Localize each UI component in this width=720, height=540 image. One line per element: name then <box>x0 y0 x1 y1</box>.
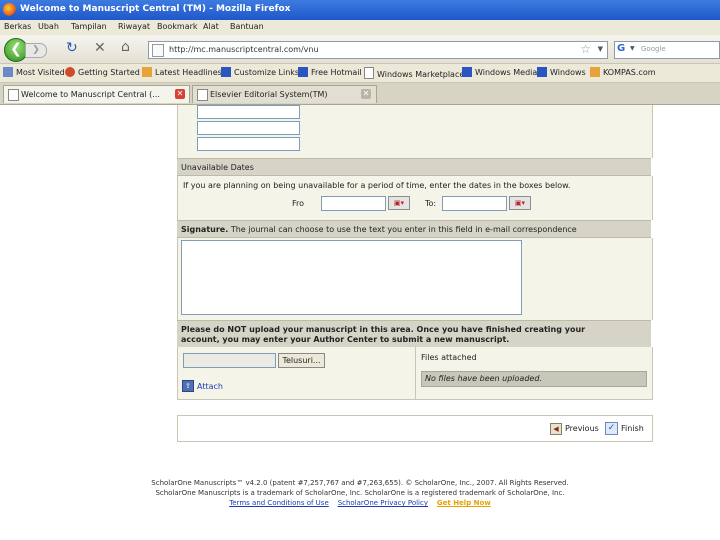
bookmark-most-visited[interactable]: Most Visited <box>3 67 65 77</box>
bookmark-star-icon[interactable]: ☆ <box>580 42 591 56</box>
menu-alat[interactable]: Alat <box>203 22 219 31</box>
footer-trademark: ScholarOne Manuscripts is a trademark of… <box>155 489 565 497</box>
signature-panel <box>177 238 653 320</box>
search-box[interactable]: G ▼ Google <box>614 41 720 59</box>
from-date-input[interactable] <box>321 196 386 211</box>
bookmark-free-hotmail[interactable]: Free Hotmail <box>298 67 362 77</box>
reload-icon[interactable]: ↻ <box>66 40 78 56</box>
msn-icon <box>298 67 308 77</box>
window-title-bar: Welcome to Manuscript Central (TM) - Moz… <box>0 0 720 20</box>
bookmark-windows-media[interactable]: Windows Media <box>462 67 537 77</box>
no-files-box: No files have been uploaded. <box>421 371 647 387</box>
footer-links: Terms and Conditions of Use ScholarOne P… <box>0 499 720 507</box>
rss-icon <box>590 67 600 77</box>
url-text[interactable]: http://mc.manuscriptcentral.com/vnu <box>169 45 319 54</box>
search-placeholder: Google <box>641 45 666 53</box>
upload-warning-line1: Please do NOT upload your manuscript in … <box>181 325 586 334</box>
no-files-message: No files have been uploaded. <box>425 374 542 383</box>
page-icon <box>8 89 19 101</box>
address-field-2[interactable] <box>197 121 300 135</box>
menu-bantuan[interactable]: Bantuan <box>230 22 264 31</box>
from-calendar-button[interactable]: ▣▾ <box>388 196 410 210</box>
firefox-bookmark-icon <box>65 67 75 77</box>
address-field-3[interactable] <box>197 137 300 151</box>
upload-warning-line2: account, you may enter your Author Cente… <box>181 335 510 344</box>
previous-button[interactable]: Previous <box>565 424 599 433</box>
menu-berkas[interactable]: Berkas <box>4 22 31 31</box>
menu-bookmark[interactable]: Bookmark <box>157 22 198 31</box>
unavailable-dates-header: Unavailable Dates <box>177 158 651 176</box>
bookmark-kompas[interactable]: KOMPAS.com <box>590 67 656 77</box>
finish-button[interactable]: Finish <box>621 424 644 433</box>
bookmark-latest-headlines[interactable]: Latest Headlines <box>142 67 222 77</box>
navigation-toolbar: ❮ ❯ ↻ ✕ ⌂ http://mc.manuscriptcentral.co… <box>0 35 720 64</box>
previous-icon[interactable]: ◀ <box>550 423 562 435</box>
tab-strip: Welcome to Manuscript Central (... ✕ Els… <box>0 83 720 105</box>
upload-divider <box>415 347 416 399</box>
finish-check-icon[interactable]: ✓ <box>605 422 618 435</box>
page-content: Unavailable Dates If you are planning on… <box>0 105 720 540</box>
tab-label: Elsevier Editorial System(TM) <box>210 90 328 99</box>
footer-copyright: ScholarOne Manuscripts™ v4.2.0 (patent #… <box>151 479 569 487</box>
attach-link[interactable]: Attach <box>197 382 223 391</box>
bookmark-getting-started[interactable]: Getting Started <box>65 67 140 77</box>
home-icon[interactable]: ⌂ <box>121 39 130 55</box>
files-attached-heading: Files attached <box>421 353 477 362</box>
rss-icon <box>142 67 152 77</box>
terms-link[interactable]: Terms and Conditions of Use <box>229 499 329 507</box>
from-label: Fro <box>292 199 305 208</box>
tab-label: Welcome to Manuscript Central (... <box>21 90 160 99</box>
search-engine-icon[interactable]: G <box>617 43 625 54</box>
page-favicon-icon <box>152 44 164 57</box>
upload-warning-header: Please do NOT upload your manuscript in … <box>177 320 651 348</box>
menu-bar: Berkas Ubah Tampilan Riwayat Bookmark Al… <box>0 20 720 35</box>
action-bar: ◀ Previous ✓ Finish <box>177 415 653 442</box>
menu-tampilan[interactable]: Tampilan <box>71 22 107 31</box>
address-field-1[interactable] <box>197 105 300 119</box>
close-tab-icon[interactable]: ✕ <box>175 89 185 99</box>
window-title: Welcome to Manuscript Central (TM) - Moz… <box>20 4 291 14</box>
menu-ubah[interactable]: Ubah <box>38 22 59 31</box>
file-path-input[interactable] <box>183 353 276 368</box>
page-icon <box>364 67 374 79</box>
upload-panel: Telusuri... ⇪ Attach Files attached No f… <box>177 347 653 400</box>
msn-icon <box>462 67 472 77</box>
msn-icon <box>537 67 547 77</box>
bookmarks-toolbar: Most Visited Getting Started Latest Head… <box>0 64 720 83</box>
search-engine-dropdown-icon[interactable]: ▼ <box>630 45 635 52</box>
close-tab-icon[interactable]: ✕ <box>361 89 371 99</box>
url-dropdown-icon[interactable]: ▼ <box>598 45 603 53</box>
browse-button[interactable]: Telusuri... <box>278 353 325 368</box>
bookmark-customize-links[interactable]: Customize Links <box>221 67 299 77</box>
forward-button[interactable]: ❯ <box>25 43 47 58</box>
bookmark-windows[interactable]: Windows <box>537 67 586 77</box>
to-date-input[interactable] <box>442 196 507 211</box>
page-icon <box>197 89 208 101</box>
signature-description: The journal can choose to use the text y… <box>230 225 577 234</box>
signature-label: Signature. <box>181 225 229 234</box>
unavailable-instructions: If you are planning on being unavailable… <box>183 181 571 190</box>
signature-header: Signature. The journal can choose to use… <box>177 220 651 238</box>
url-bar[interactable]: http://mc.manuscriptcentral.com/vnu ☆ ▼ <box>148 41 608 59</box>
bookmark-folder-icon <box>3 67 13 77</box>
menu-riwayat[interactable]: Riwayat <box>118 22 150 31</box>
help-link[interactable]: Get Help Now <box>437 499 491 507</box>
unavailable-dates-panel: If you are planning on being unavailable… <box>177 176 653 220</box>
msn-icon <box>221 67 231 77</box>
firefox-logo-icon <box>3 3 16 16</box>
bookmark-windows-marketplace[interactable]: Windows Marketplace <box>364 67 464 79</box>
tab-manuscript-central[interactable]: Welcome to Manuscript Central (... ✕ <box>3 85 190 103</box>
signature-textarea[interactable] <box>181 240 522 315</box>
privacy-link[interactable]: ScholarOne Privacy Policy <box>338 499 428 507</box>
to-label: To: <box>425 199 437 208</box>
attach-icon[interactable]: ⇪ <box>182 380 194 392</box>
stop-icon[interactable]: ✕ <box>94 40 106 56</box>
unavailable-dates-title: Unavailable Dates <box>181 163 254 172</box>
tab-elsevier[interactable]: Elsevier Editorial System(TM) ✕ <box>192 85 377 103</box>
to-calendar-button[interactable]: ▣▾ <box>509 196 531 210</box>
